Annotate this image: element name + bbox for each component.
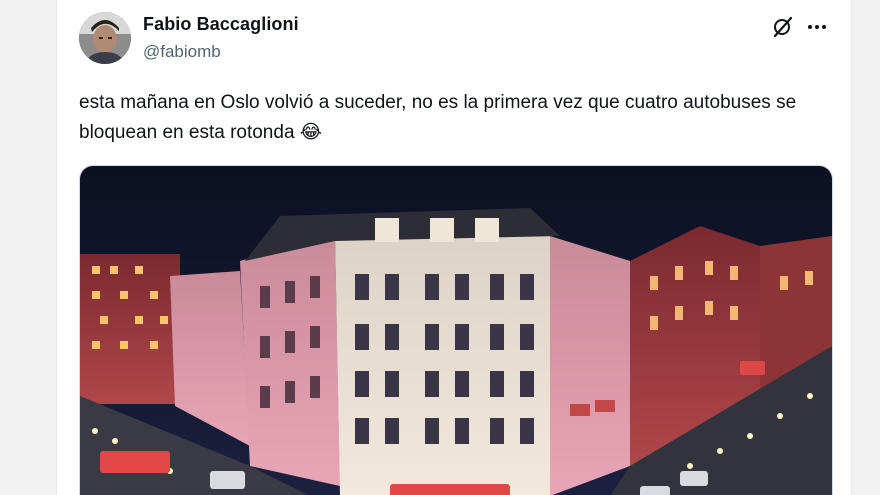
tweet-photo[interactable]	[79, 165, 833, 495]
author-name[interactable]: Fabio Baccaglioni	[143, 14, 299, 35]
oslo-street-photo	[80, 166, 832, 495]
grok-icon[interactable]	[771, 15, 795, 39]
author-handle[interactable]: @fabiomb	[143, 42, 221, 62]
author-avatar[interactable]	[79, 12, 131, 64]
avatar-image	[79, 12, 131, 64]
more-options-icon[interactable]	[805, 15, 829, 39]
tweet-text: esta mañana en Oslo volvió a suceder, no…	[79, 92, 797, 143]
tweet-card: Fabio Baccaglioni @fabiomb esta mañana e…	[56, 0, 852, 495]
